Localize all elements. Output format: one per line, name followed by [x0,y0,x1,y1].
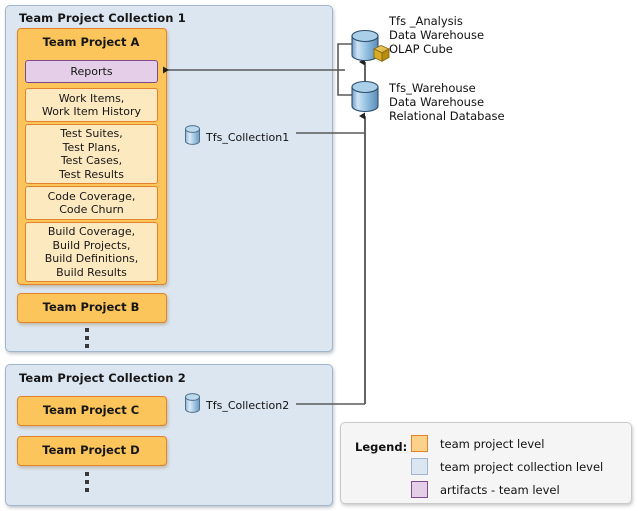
artifact-test-label: Test Suites, Test Plans, Test Cases, Test R… [59,127,124,181]
reports-label: Reports [70,65,113,78]
legend-swatch-artifacts-team-level [411,481,428,498]
collection-1-title: Team Project Collection 1 [19,11,186,25]
tfs-analysis-line1: Tfs _Analysis [389,14,463,28]
diagram-canvas: Team Project Collection 1 Team Project A… [0,0,638,511]
tfs-collection1-db-icon [185,125,200,145]
legend-box: Legend: team project level team project … [340,422,632,504]
legend-title: Legend: [355,440,408,454]
tfs-warehouse-db-icon [351,80,379,113]
tfs-analysis-db-icon [351,29,391,63]
collection-1-ellipsis [85,328,89,348]
legend-row-0: team project level [411,435,544,452]
legend-label-2: artifacts - team level [440,482,560,497]
collection-box-2 [5,364,333,506]
tfs-warehouse-line2: Data Warehouse [389,95,485,109]
legend-swatch-team-project-level [411,435,428,452]
team-project-d-title: Team Project D [42,443,140,457]
tfs-warehouse-line3: Relational Database [389,109,505,123]
artifact-work-items: Work Items, Work Item History [25,88,158,122]
artifact-test: Test Suites, Test Plans, Test Cases, Test R… [25,124,158,184]
legend-swatch-collection-level [411,458,428,475]
tfs-collection2-db-icon [185,393,200,413]
reports-box: Reports [25,60,158,83]
tfs-analysis-line2: Data Warehouse [389,28,485,42]
artifact-work-items-label: Work Items, Work Item History [41,91,142,119]
legend-label-0: team project level [440,436,545,451]
collection-2-ellipsis [85,472,89,492]
tfs-collection1-label: Tfs_Collection1 [206,131,290,144]
tfs-collection2-label: Tfs_Collection2 [206,399,290,412]
tfs-analysis-line3: OLAP Cube [389,42,453,56]
team-project-a-title: Team Project A [42,35,140,49]
collection-2-title: Team Project Collection 2 [19,371,186,385]
artifact-code-label: Code Coverage, Code Churn [47,189,136,217]
artifact-build: Build Coverage, Build Projects, Build Defi… [25,222,158,282]
artifact-code: Code Coverage, Code Churn [25,186,158,220]
legend-row-2: artifacts - team level [411,481,560,498]
team-project-b-title: Team Project B [42,300,140,314]
legend-label-1: team project collection level [440,459,604,474]
artifact-build-label: Build Coverage, Build Projects, Build Defi… [44,225,139,279]
tfs-analysis-label: Tfs _Analysis Data Warehouse OLAP Cube [389,14,484,56]
tfs-warehouse-line1: Tfs_Warehouse [389,81,476,95]
team-project-c-title: Team Project C [42,403,140,417]
olap-cube-icon [372,45,391,63]
legend-row-1: team project collection level [411,458,603,475]
tfs-warehouse-label: Tfs_Warehouse Data Warehouse Relational … [389,81,505,123]
